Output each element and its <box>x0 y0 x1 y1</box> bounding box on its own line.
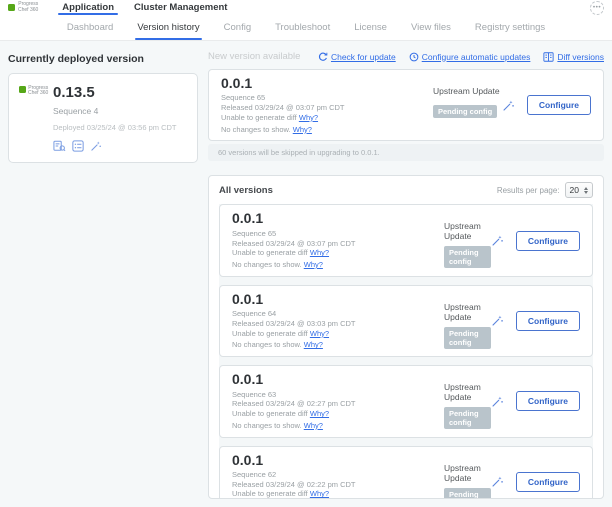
why-changes-link[interactable]: Why? <box>304 421 323 430</box>
pending-config-badge: Pending config <box>444 488 491 499</box>
diff-versions-link[interactable]: Diff versions <box>543 52 604 62</box>
results-per-page-select[interactable]: 20 <box>565 182 593 198</box>
upstream-update-label: Upstream Update <box>444 221 491 241</box>
currently-deployed-title: Currently deployed version <box>8 53 198 65</box>
released-label: Released 03/29/24 @ 02:22 pm CDT <box>232 480 444 490</box>
tab-cluster-management[interactable]: Cluster Management <box>124 0 237 15</box>
upstream-update-label: Upstream Update <box>444 382 491 402</box>
version-title: 0.0.1 <box>221 76 433 91</box>
app-header: Progress Chef 360 Application Cluster Ma… <box>0 0 612 15</box>
version-row: 0.0.1 Sequence 63 Released 03/29/24 @ 02… <box>219 365 593 437</box>
version-row: 0.0.1 Sequence 62 Released 03/29/24 @ 02… <box>219 446 593 499</box>
subnav-tab-registry-settings[interactable]: Registry settings <box>475 15 545 40</box>
tab-application[interactable]: Application <box>52 0 124 15</box>
version-row: 0.0.1 Sequence 65 Released 03/29/24 @ 03… <box>219 204 593 276</box>
subnav-tab-config[interactable]: Config <box>224 15 251 40</box>
sequence-label: Sequence 65 <box>221 93 433 103</box>
app-logo: Progress Chef 360 <box>8 2 38 13</box>
why-changes-link[interactable]: Why? <box>304 340 323 349</box>
all-versions-title: All versions <box>219 185 273 196</box>
version-title: 0.0.1 <box>232 211 444 226</box>
version-title: 0.0.1 <box>232 292 444 307</box>
why-diff-link[interactable]: Why? <box>299 113 318 122</box>
app-logo: Progress Chef 360 <box>19 84 53 152</box>
new-version-card: 0.0.1 Sequence 65 Released 03/29/24 @ 03… <box>208 69 604 141</box>
version-title: 0.0.1 <box>232 372 444 387</box>
page-content: Currently deployed version Progress Chef… <box>0 41 612 507</box>
version-row: 0.0.1 Sequence 64 Released 03/29/24 @ 03… <box>219 285 593 357</box>
check-for-update-link[interactable]: Check for update <box>318 52 396 62</box>
version-title: 0.0.1 <box>232 453 444 468</box>
edit-config-wand-icon[interactable] <box>491 314 504 327</box>
upstream-update-label: Upstream Update <box>444 463 491 483</box>
deployed-version-card: Progress Chef 360 0.13.5 Sequence 4 Depl… <box>8 73 198 163</box>
subnav-tab-troubleshoot[interactable]: Troubleshoot <box>275 15 330 40</box>
diff-icon[interactable] <box>53 140 66 152</box>
configure-button[interactable]: Configure <box>516 472 580 492</box>
why-diff-link[interactable]: Why? <box>310 489 329 498</box>
why-diff-link[interactable]: Why? <box>310 409 329 418</box>
results-per-page-label: Results per page: <box>497 186 560 195</box>
why-diff-link[interactable]: Why? <box>310 329 329 338</box>
skipped-versions-notice: 60 versions will be skipped in upgrading… <box>208 144 604 161</box>
version-rows: 0.0.1 Sequence 65 Released 03/29/24 @ 03… <box>219 204 593 499</box>
logo-line2: Chef 360 <box>18 7 38 13</box>
configure-automatic-updates-link[interactable]: Configure automatic updates <box>409 52 531 62</box>
config-icon[interactable] <box>72 140 84 152</box>
configure-button[interactable]: Configure <box>516 311 580 331</box>
edit-config-wand-icon[interactable] <box>502 99 515 112</box>
sequence-label: Sequence 64 <box>232 309 444 319</box>
all-versions-panel: All versions Results per page: 20 0.0.1 … <box>208 175 604 499</box>
subnav-tab-version-history[interactable]: Version history <box>137 15 199 40</box>
edit-config-wand-icon[interactable] <box>491 234 504 247</box>
overflow-menu-button[interactable]: ••• <box>590 1 604 15</box>
chef-logo-icon <box>19 86 26 93</box>
deployed-sequence-label: Sequence 4 <box>53 106 187 116</box>
released-label: Released 03/29/24 @ 02:27 pm CDT <box>232 399 444 409</box>
refresh-icon <box>318 52 328 62</box>
chef-logo-icon <box>8 4 15 11</box>
ellipsis-icon: ••• <box>593 4 601 11</box>
clock-icon <box>409 52 419 62</box>
configure-button[interactable]: Configure <box>527 95 591 115</box>
new-version-available-label: New version available <box>208 51 300 62</box>
configure-button[interactable]: Configure <box>516 391 580 411</box>
pending-config-badge: Pending config <box>444 246 491 268</box>
sequence-label: Sequence 62 <box>232 470 444 480</box>
diff-icon <box>543 52 554 62</box>
released-label: Released 03/29/24 @ 03:07 pm CDT <box>232 239 444 249</box>
upstream-update-label: Upstream Update <box>444 302 491 322</box>
released-label: Released 03/29/24 @ 03:07 pm CDT <box>221 103 433 113</box>
upstream-update-label: Upstream Update <box>433 86 502 96</box>
configure-button[interactable]: Configure <box>516 231 580 251</box>
deployed-version-number: 0.13.5 <box>53 84 187 101</box>
pending-config-badge: Pending config <box>444 407 491 429</box>
edit-config-wand-icon[interactable] <box>491 395 504 408</box>
secondary-nav: Dashboard Version history Config Trouble… <box>0 15 612 41</box>
why-changes-link[interactable]: Why? <box>304 260 323 269</box>
sequence-label: Sequence 65 <box>232 229 444 239</box>
subnav-tab-license[interactable]: License <box>354 15 387 40</box>
changes-status-text: No changes to show. <box>221 125 291 134</box>
diff-status-text: Unable to generate diff <box>221 113 297 122</box>
pending-config-badge: Pending config <box>444 327 491 349</box>
version-history-main: New version available Check for update <box>208 49 604 499</box>
why-changes-link[interactable]: Why? <box>293 125 312 134</box>
edit-config-wand-icon[interactable] <box>491 475 504 488</box>
released-label: Released 03/29/24 @ 03:03 pm CDT <box>232 319 444 329</box>
deployed-timestamp: Deployed 03/25/24 @ 03:56 pm CDT <box>53 123 187 132</box>
sequence-label: Sequence 63 <box>232 390 444 400</box>
subnav-tab-view-files[interactable]: View files <box>411 15 451 40</box>
deployed-version-sidebar: Currently deployed version Progress Chef… <box>8 49 198 499</box>
why-diff-link[interactable]: Why? <box>310 248 329 257</box>
pending-config-badge: Pending config <box>433 105 497 118</box>
select-stepper-icon <box>584 187 588 194</box>
wand-icon[interactable] <box>90 140 102 152</box>
subnav-tab-dashboard[interactable]: Dashboard <box>67 15 113 40</box>
